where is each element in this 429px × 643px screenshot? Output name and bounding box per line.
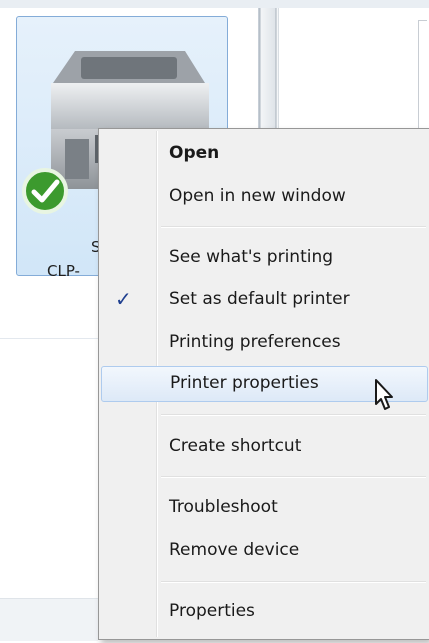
menu-item-label: Remove device bbox=[169, 540, 300, 560]
checkmark-icon: ✓ bbox=[115, 287, 132, 311]
menu-separator bbox=[161, 581, 426, 583]
menu-item-label: Set as default printer bbox=[169, 289, 350, 309]
status-strip bbox=[0, 598, 98, 641]
default-check-icon bbox=[22, 168, 68, 214]
menu-separator bbox=[161, 226, 426, 228]
pane-divider bbox=[0, 338, 98, 339]
window-top-border bbox=[0, 0, 429, 8]
menu-item-remove-device[interactable]: Remove device bbox=[101, 534, 428, 570]
details-box bbox=[418, 20, 427, 132]
menu-item-label: Properties bbox=[169, 601, 255, 621]
menu-item-label: Open bbox=[169, 143, 220, 163]
menu-item-properties[interactable]: Properties bbox=[101, 595, 428, 631]
mouse-cursor-icon bbox=[375, 379, 393, 410]
menu-item-label: Create shortcut bbox=[169, 436, 302, 456]
menu-item-set-default-printer[interactable]: ✓ Set as default printer bbox=[101, 283, 428, 319]
menu-item-see-whats-printing[interactable]: See what's printing bbox=[101, 241, 428, 277]
menu-item-label: Printing preferences bbox=[169, 332, 341, 352]
menu-item-label: Open in new window bbox=[169, 186, 346, 206]
menu-item-create-shortcut[interactable]: Create shortcut bbox=[101, 430, 428, 466]
menu-item-label: Printer properties bbox=[170, 373, 319, 393]
menu-item-label: Troubleshoot bbox=[169, 497, 278, 517]
menu-item-printing-preferences[interactable]: Printing preferences bbox=[101, 326, 428, 362]
menu-separator bbox=[161, 476, 426, 478]
device-name-line2: CLP- bbox=[47, 262, 80, 280]
menu-item-open-new-window[interactable]: Open in new window bbox=[101, 180, 428, 216]
menu-item-troubleshoot[interactable]: Troubleshoot bbox=[101, 491, 428, 527]
menu-item-open[interactable]: Open bbox=[101, 137, 428, 173]
menu-item-label: See what's printing bbox=[169, 247, 334, 267]
